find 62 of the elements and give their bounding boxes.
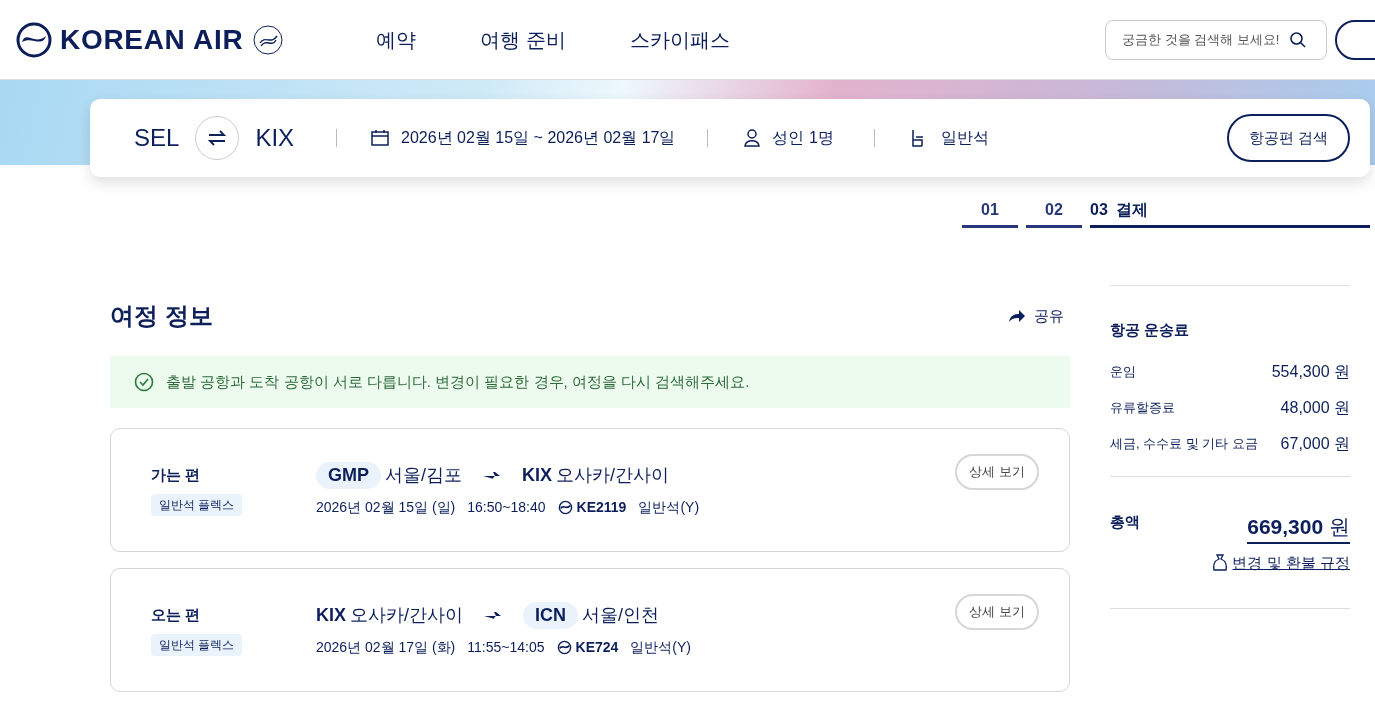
- details-button[interactable]: 상세 보기: [955, 454, 1039, 490]
- money-bag-icon: [1212, 554, 1229, 573]
- airport-code: ICN: [523, 602, 579, 629]
- airport-code: GMP: [316, 462, 381, 489]
- calendar-icon: [371, 130, 390, 146]
- city-name: 서울/인천: [582, 604, 660, 627]
- step-label: 결제: [1115, 200, 1148, 220]
- cabin-class: 일반석(Y): [638, 498, 700, 517]
- step-number: 03: [1090, 200, 1108, 220]
- flight-number: KE724: [575, 638, 619, 657]
- share-icon: [1008, 309, 1026, 323]
- details-button[interactable]: 상세 보기: [955, 594, 1039, 630]
- fare-label: 운임: [1110, 362, 1136, 381]
- fare-amount: 554,300 원: [1271, 361, 1350, 382]
- share-link[interactable]: 공유: [1008, 304, 1064, 328]
- step-number: 02: [1045, 200, 1063, 220]
- notice-text: 출발 공항과 도착 공항이 서로 다릅니다. 변경이 필요한 경우, 여정을 다시 검색해주세요.: [166, 371, 750, 392]
- flight-time: 11:55~14:05: [467, 638, 545, 657]
- flight-search-button[interactable]: 항공편 검색: [1226, 114, 1350, 162]
- city-name: 오사카/간사이: [556, 464, 670, 487]
- person-icon: [744, 129, 761, 147]
- city-name: 서울/김포: [385, 464, 463, 487]
- skyteam-logo-icon: [251, 22, 286, 57]
- nav-link[interactable]: 예약: [376, 24, 416, 55]
- leg-label: 가는 편: [151, 464, 201, 485]
- fare-amount: 48,000 원: [1280, 397, 1350, 418]
- logo-icon: [16, 21, 52, 58]
- total-amount: 669,300 원: [1247, 510, 1350, 544]
- flight-date: 2026년 02월 17일 (화): [316, 638, 456, 657]
- cabin-class: 일반석(Y): [630, 638, 691, 657]
- nav-link[interactable]: 여행 준비: [480, 24, 566, 55]
- flight-number: KE2119: [576, 498, 627, 517]
- fare-badge: 일반석 플렉스: [151, 494, 243, 517]
- fare-label: 유류할증료: [1110, 398, 1175, 417]
- refund-rules-link[interactable]: 변경 및 환불 규정: [1232, 552, 1350, 575]
- fare-title: 항공 운송료: [1110, 320, 1191, 340]
- section-title: 여정 정보: [110, 301, 213, 331]
- travel-dates: 2026년 02월 15일 ~ 2026년 02월 17일: [401, 128, 676, 148]
- destination-code: KIX: [255, 123, 295, 153]
- origin-code: SEL: [134, 123, 180, 153]
- seat-icon: [910, 129, 925, 147]
- airport-code: KIX: [522, 464, 553, 487]
- search-icon: [1289, 30, 1307, 49]
- fare-label: 세금, 수수료 및 기타 요금: [1110, 434, 1259, 453]
- airport-code: KIX: [316, 604, 346, 627]
- search-field[interactable]: 궁금한 것을 검색해 보세요!: [1105, 19, 1327, 60]
- fare-amount: 67,000 원: [1280, 433, 1350, 454]
- brand-name: KOREAN AIR: [60, 22, 244, 57]
- passenger-count: 성인 1명: [772, 128, 834, 148]
- total-label: 총액: [1110, 511, 1140, 532]
- cabin-class: 일반석: [940, 128, 989, 148]
- airline-logo-icon: [557, 500, 573, 515]
- nav-link[interactable]: 스카이패스: [629, 24, 730, 55]
- fare-badge: 일반석 플렉스: [151, 634, 243, 657]
- airline-logo-icon: [556, 640, 572, 655]
- flight-time: 16:50~18:40: [467, 498, 546, 517]
- flight-date: 2026년 02월 15일 (일): [316, 498, 456, 517]
- check-circle-icon: [134, 372, 154, 392]
- step-number: 01: [981, 200, 999, 220]
- leg-label: 오는 편: [151, 604, 201, 625]
- city-name: 오사카/간사이: [350, 604, 464, 627]
- swap-icon: [207, 130, 228, 146]
